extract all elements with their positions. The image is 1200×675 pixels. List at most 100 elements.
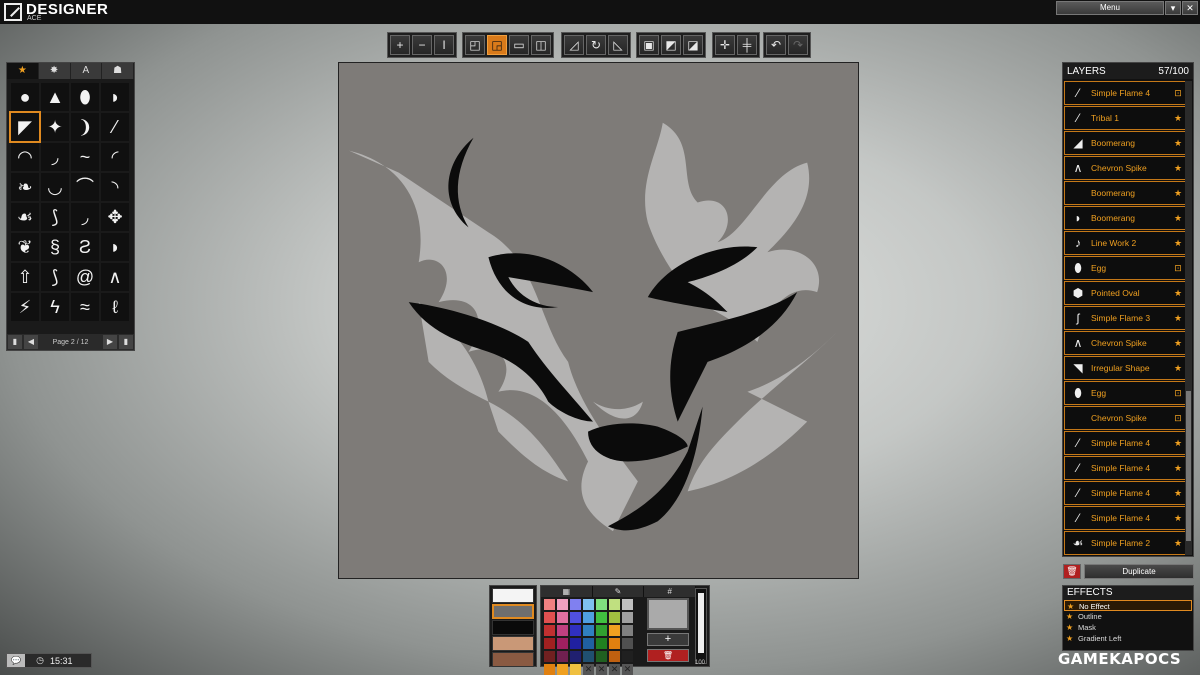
layer-badge-icon[interactable]: ★ bbox=[1171, 488, 1185, 499]
palette-color[interactable] bbox=[557, 625, 568, 636]
layer-badge-icon[interactable]: ⊡ bbox=[1171, 263, 1185, 274]
palette-color[interactable] bbox=[609, 638, 620, 649]
shape-cell[interactable]: ❩ bbox=[71, 113, 99, 141]
shape-cell[interactable]: ◝ bbox=[101, 173, 129, 201]
palette-color[interactable] bbox=[544, 599, 555, 610]
layer-badge-icon[interactable]: ★ bbox=[1171, 463, 1185, 474]
palette-color[interactable] bbox=[596, 625, 607, 636]
align-bottom-button[interactable]: ▭ bbox=[509, 35, 529, 55]
align-right-button[interactable]: ◫ bbox=[531, 35, 551, 55]
palette-color[interactable] bbox=[596, 651, 607, 662]
palette-color[interactable] bbox=[570, 625, 581, 636]
palette-color[interactable] bbox=[622, 651, 633, 662]
layer-badge-icon[interactable]: ★ bbox=[1171, 238, 1185, 249]
palette-color[interactable] bbox=[544, 625, 555, 636]
palette-color[interactable] bbox=[596, 612, 607, 623]
snap-grid-button[interactable]: ✛ bbox=[715, 35, 735, 55]
shape-cell[interactable]: ~ bbox=[71, 143, 99, 171]
layer-row[interactable]: Boomerang ★ bbox=[1064, 181, 1186, 205]
color-swatch[interactable] bbox=[492, 588, 534, 603]
empty-color-slot[interactable]: ✕ bbox=[596, 664, 607, 675]
layer-row[interactable]: ◗ Boomerang ★ bbox=[1064, 206, 1186, 230]
palette-color[interactable] bbox=[583, 651, 594, 662]
layer-row[interactable]: ⁄ Simple Flame 4 ★ bbox=[1064, 456, 1186, 480]
align-topleft-button[interactable]: ◰ bbox=[465, 35, 485, 55]
shape-cell[interactable]: ◗ bbox=[101, 83, 129, 111]
tab-hex[interactable]: # bbox=[644, 586, 697, 597]
layer-badge-icon[interactable]: ⊡ bbox=[1171, 88, 1185, 99]
palette-color[interactable] bbox=[544, 638, 555, 649]
palette-color[interactable] bbox=[570, 599, 581, 610]
last-page-button[interactable]: ▮ bbox=[119, 335, 133, 349]
palette-color[interactable] bbox=[622, 625, 633, 636]
bring-forward-button[interactable]: ▣ bbox=[639, 35, 659, 55]
shape-cell[interactable]: ℓ bbox=[101, 293, 129, 321]
shape-cell[interactable]: ⇧ bbox=[11, 263, 39, 291]
tab-text[interactable]: A bbox=[70, 63, 103, 79]
shape-cell[interactable]: ◜ bbox=[101, 143, 129, 171]
shape-cell[interactable]: ◤ bbox=[9, 111, 41, 143]
empty-color-slot[interactable]: ✕ bbox=[583, 664, 594, 675]
shape-cell[interactable]: @ bbox=[71, 263, 99, 291]
opacity-slider[interactable] bbox=[695, 588, 707, 664]
palette-color[interactable] bbox=[609, 625, 620, 636]
flip-vertical-button[interactable]: I bbox=[434, 35, 454, 55]
remove-color-icon[interactable]: 🗑 bbox=[647, 649, 689, 662]
layer-row[interactable]: ⬢ Pointed Oval ★ bbox=[1064, 281, 1186, 305]
layer-row[interactable]: ∧ Chevron Spike ★ bbox=[1064, 156, 1186, 180]
layer-row[interactable]: ⬮ Egg ⊡ bbox=[1064, 256, 1186, 280]
effect-mask[interactable]: Mask bbox=[1064, 622, 1192, 633]
palette-color[interactable] bbox=[570, 664, 581, 675]
snap-center-button[interactable]: ╪ bbox=[737, 35, 757, 55]
flip-both-button[interactable]: + bbox=[390, 35, 410, 55]
delete-layer-icon[interactable]: 🗑 bbox=[1063, 564, 1081, 579]
palette-color[interactable] bbox=[622, 599, 633, 610]
chat-icon[interactable]: 💬 bbox=[7, 654, 25, 667]
palette-color[interactable] bbox=[583, 612, 594, 623]
shape-cell[interactable]: ◠ bbox=[11, 143, 39, 171]
color-swatch[interactable] bbox=[492, 652, 534, 667]
undo-button[interactable]: ↶ bbox=[766, 35, 786, 55]
layer-row[interactable]: ◢ Boomerang ★ bbox=[1064, 131, 1186, 155]
align-center-button[interactable]: ◲ bbox=[487, 35, 507, 55]
effect-no-effect[interactable]: No Effect bbox=[1064, 600, 1192, 612]
shape-cell[interactable]: ϟ bbox=[41, 293, 69, 321]
layer-badge-icon[interactable]: ★ bbox=[1171, 313, 1185, 324]
palette-color[interactable] bbox=[544, 612, 555, 623]
shape-cell[interactable]: ✦ bbox=[41, 113, 69, 141]
shape-cell[interactable]: § bbox=[41, 233, 69, 261]
layer-badge-icon[interactable]: ★ bbox=[1171, 513, 1185, 524]
shape-cell[interactable]: ◡ bbox=[41, 173, 69, 201]
palette-color[interactable] bbox=[583, 625, 594, 636]
layer-badge-icon[interactable]: ★ bbox=[1171, 538, 1185, 549]
layer-badge-icon[interactable]: ★ bbox=[1171, 163, 1185, 174]
palette-color[interactable] bbox=[557, 612, 568, 623]
prev-page-button[interactable]: ◀ bbox=[24, 335, 38, 349]
shape-cell[interactable]: ● bbox=[11, 83, 39, 111]
layer-badge-icon[interactable]: ★ bbox=[1171, 338, 1185, 349]
color-swatch[interactable] bbox=[492, 636, 534, 651]
shape-cell[interactable]: ✥ bbox=[101, 203, 129, 231]
palette-color[interactable] bbox=[622, 638, 633, 649]
tab-eyedropper[interactable]: ✎ bbox=[592, 586, 645, 597]
close-icon[interactable]: ✕ bbox=[1182, 1, 1198, 15]
layer-row[interactable]: ⁄ Simple Flame 4 ⊡ bbox=[1064, 81, 1186, 105]
layer-row[interactable]: ◥ Irregular Shape ★ bbox=[1064, 356, 1186, 380]
layer-badge-icon[interactable]: ★ bbox=[1171, 438, 1185, 449]
effect-outline[interactable]: Outline bbox=[1064, 611, 1192, 622]
shape-cell[interactable]: Ƨ bbox=[71, 233, 99, 261]
shape-cell[interactable]: ⁄ bbox=[101, 113, 129, 141]
layer-row[interactable]: ⁄ Simple Flame 4 ★ bbox=[1064, 481, 1186, 505]
rotate-button[interactable]: ↻ bbox=[586, 35, 606, 55]
empty-color-slot[interactable]: ✕ bbox=[609, 664, 620, 675]
empty-color-slot[interactable]: ✕ bbox=[622, 664, 633, 675]
layers-scrollbar[interactable] bbox=[1185, 81, 1192, 555]
tab-decals[interactable]: ✸ bbox=[38, 63, 71, 79]
layer-badge-icon[interactable]: ★ bbox=[1171, 213, 1185, 224]
palette-color[interactable] bbox=[544, 651, 555, 662]
shape-cell[interactable]: ❦ bbox=[11, 233, 39, 261]
layer-row[interactable]: ∧ Chevron Spike ★ bbox=[1064, 331, 1186, 355]
layer-row[interactable]: ♪ Line Work 2 ★ bbox=[1064, 231, 1186, 255]
shape-cell[interactable]: ◞ bbox=[71, 203, 99, 231]
palette-color[interactable] bbox=[622, 612, 633, 623]
